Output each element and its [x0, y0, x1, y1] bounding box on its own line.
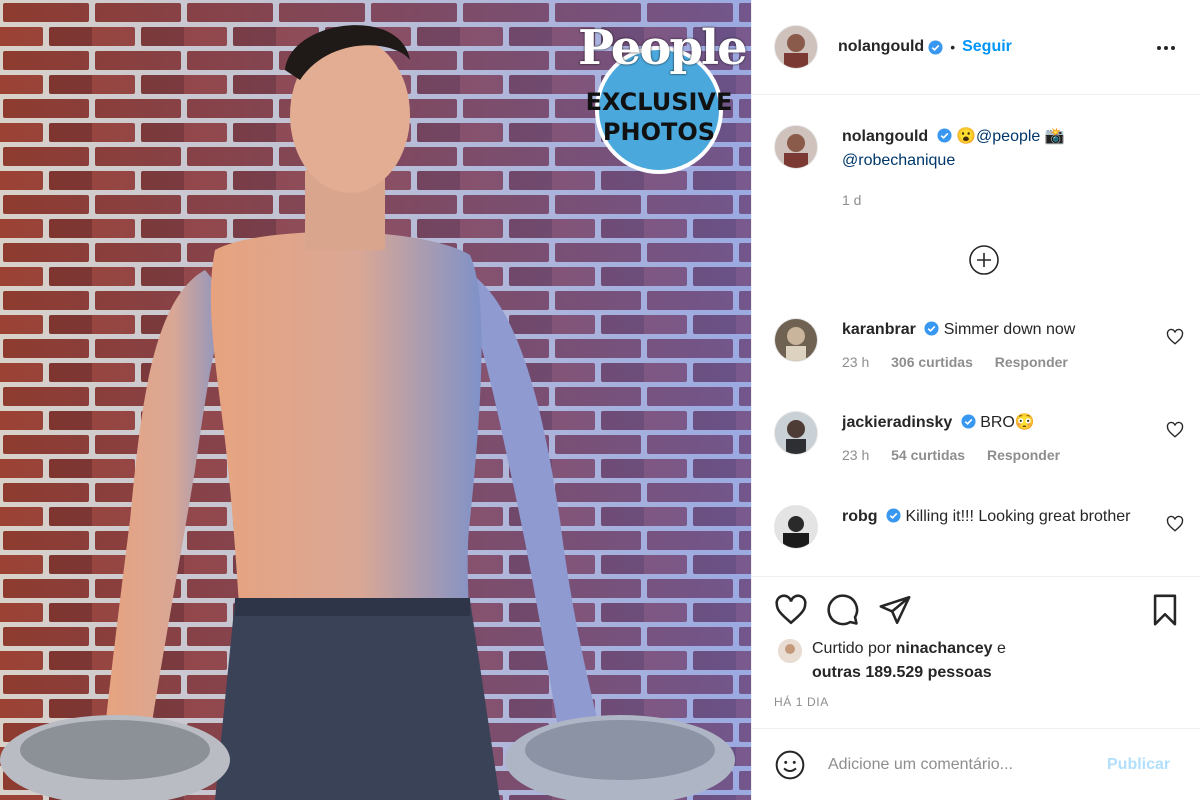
camera-emoji: 📸	[1044, 128, 1065, 145]
verified-icon	[961, 414, 976, 429]
post-photo[interactable]: People EXCLUSIVE PHOTOS	[0, 0, 751, 800]
bookmark-icon[interactable]	[1148, 593, 1182, 627]
comment-time: 23 h	[842, 447, 870, 463]
liked-username[interactable]: ninachancey	[896, 640, 993, 657]
commenter-avatar[interactable]	[774, 318, 818, 362]
verified-icon	[928, 39, 943, 55]
comment-item: karanbrar Simmer down now 23 h 306 curti…	[774, 318, 1184, 374]
ellipsis-icon[interactable]	[1154, 36, 1178, 60]
heart-icon[interactable]	[1166, 421, 1184, 439]
header-separator: •	[950, 39, 956, 55]
author-avatar[interactable]	[774, 25, 818, 69]
comment-text: Killing it!!! Looking great brother	[905, 508, 1131, 525]
comment-text: BRO😳	[980, 414, 1035, 431]
caption-emoji: 😮	[956, 128, 977, 145]
commenter-username[interactable]: karanbrar	[842, 321, 916, 338]
add-comment-bar: Publicar	[752, 728, 1200, 800]
commenter-username[interactable]: robg	[842, 508, 878, 525]
reply-button[interactable]: Responder	[995, 354, 1068, 370]
comment-time: 23 h	[842, 354, 870, 370]
comment-item: robg Killing it!!! Looking great brother	[774, 505, 1184, 549]
follow-button[interactable]: Seguir	[962, 38, 1012, 56]
commenter-avatar[interactable]	[774, 505, 818, 549]
caption-mention-photographer[interactable]: @robechanique	[842, 152, 955, 169]
heart-icon[interactable]	[1166, 328, 1184, 346]
caption-time: 1 d	[842, 192, 862, 208]
caption-avatar[interactable]	[774, 125, 818, 169]
verified-icon	[924, 321, 939, 336]
post-actions: Curtido por ninachancey e outras 189.529…	[752, 576, 1200, 800]
magazine-logo: People	[578, 20, 748, 76]
liker-avatar[interactable]	[778, 639, 802, 663]
instagram-post: People EXCLUSIVE PHOTOS nolangould • Seg…	[0, 0, 1200, 800]
liked-and: e	[992, 640, 1006, 657]
badge-line-1: EXCLUSIVE	[585, 88, 733, 116]
post-date[interactable]: HÁ 1 DIA	[774, 695, 829, 709]
comment-text: Simmer down now	[943, 321, 1076, 338]
comment-bubble-icon[interactable]	[826, 593, 860, 627]
caption-mention-people[interactable]: @people	[976, 128, 1040, 145]
share-paper-plane-icon[interactable]	[878, 593, 912, 627]
liked-by: Curtido por ninachancey e outras 189.529…	[778, 637, 1112, 685]
commenter-username[interactable]: jackieradinsky	[842, 414, 952, 431]
post-side-panel: nolangould • Seguir nolangould 😮@people …	[751, 0, 1200, 800]
like-heart-icon[interactable]	[774, 593, 808, 627]
comment-input[interactable]	[826, 754, 1095, 775]
publish-button[interactable]: Publicar	[1107, 756, 1170, 774]
post-header: nolangould • Seguir	[752, 0, 1200, 95]
author-username[interactable]: nolangould	[838, 38, 924, 56]
comment-likes[interactable]: 306 curtidas	[891, 354, 973, 370]
comment-likes[interactable]: 54 curtidas	[891, 447, 965, 463]
post-caption: nolangould 😮@people 📸 @robechanique 1 d	[774, 125, 1182, 212]
load-more-comments-icon[interactable]	[968, 244, 1000, 276]
reply-button[interactable]: Responder	[987, 447, 1060, 463]
caption-username[interactable]: nolangould	[842, 128, 928, 145]
comments-list[interactable]: nolangould 😮@people 📸 @robechanique 1 d	[752, 95, 1200, 576]
heart-icon[interactable]	[1166, 515, 1184, 533]
badge-line-2: PHOTOS	[602, 118, 716, 146]
comment-item: jackieradinsky BRO😳 23 h 54 curtidas Res…	[774, 411, 1184, 467]
verified-icon	[886, 508, 901, 523]
verified-icon	[937, 128, 952, 143]
liked-others-count[interactable]: outras 189.529 pessoas	[812, 664, 992, 681]
liked-prefix: Curtido por	[812, 640, 896, 657]
commenter-avatar[interactable]	[774, 411, 818, 455]
emoji-smiley-icon[interactable]	[774, 749, 806, 781]
magazine-badge: People EXCLUSIVE PHOTOS	[578, 14, 748, 176]
